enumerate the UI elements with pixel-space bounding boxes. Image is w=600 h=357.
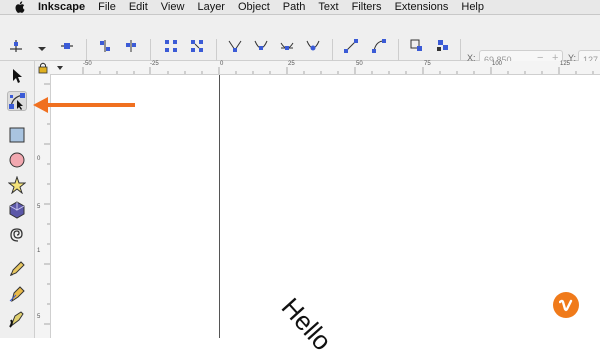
stroke-to-path-icon[interactable] bbox=[436, 39, 450, 53]
selector-tool[interactable] bbox=[7, 66, 27, 86]
spiral-tool[interactable] bbox=[7, 225, 27, 245]
circle-tool[interactable] bbox=[7, 150, 27, 170]
menu-object[interactable]: Object bbox=[238, 0, 270, 14]
page-border bbox=[219, 75, 220, 338]
annotation-arrow-icon bbox=[33, 97, 135, 113]
node-editor-tool[interactable] bbox=[7, 91, 27, 111]
drawing-canvas[interactable] bbox=[51, 75, 600, 338]
star-tool[interactable] bbox=[7, 175, 27, 195]
menu-app-name[interactable]: Inkscape bbox=[38, 0, 85, 14]
node-auto-smooth-icon[interactable] bbox=[306, 39, 320, 53]
lock-icon[interactable] bbox=[35, 61, 50, 74]
separator bbox=[150, 39, 151, 61]
pen-tool[interactable] bbox=[7, 284, 27, 304]
menu-bar: Inkscape File Edit View Layer Object Pat… bbox=[0, 0, 600, 15]
menu-path[interactable]: Path bbox=[283, 0, 306, 14]
toolbox bbox=[0, 61, 35, 338]
menu-text[interactable]: Text bbox=[318, 0, 338, 14]
node-cusp-icon[interactable] bbox=[228, 39, 242, 53]
separator bbox=[460, 39, 461, 61]
break-path-icon[interactable] bbox=[124, 39, 138, 53]
join-nodes-icon[interactable] bbox=[98, 39, 112, 53]
menu-help[interactable]: Help bbox=[461, 0, 484, 14]
vimeo-v-icon bbox=[553, 292, 579, 318]
separator bbox=[332, 39, 333, 61]
3d-box-tool[interactable] bbox=[7, 200, 27, 220]
pencil-tool[interactable] bbox=[7, 259, 27, 279]
calligraphy-tool[interactable] bbox=[7, 309, 27, 329]
segment-line-icon[interactable] bbox=[344, 39, 358, 53]
menu-edit[interactable]: Edit bbox=[129, 0, 148, 14]
node-symmetric-icon[interactable] bbox=[280, 39, 294, 53]
separator bbox=[216, 39, 217, 61]
join-segment-icon[interactable] bbox=[164, 39, 178, 53]
ruler-corner bbox=[35, 61, 50, 74]
ruler-ticks bbox=[82, 67, 594, 74]
menu-filters[interactable]: Filters bbox=[352, 0, 382, 14]
menu-extensions[interactable]: Extensions bbox=[395, 0, 449, 14]
apple-icon[interactable] bbox=[14, 1, 26, 13]
object-to-path-icon[interactable] bbox=[410, 39, 424, 53]
insert-node-icon[interactable] bbox=[9, 39, 23, 53]
segment-curve-icon[interactable] bbox=[372, 39, 386, 53]
rectangle-tool[interactable] bbox=[7, 125, 27, 145]
menu-view[interactable]: View bbox=[161, 0, 185, 14]
menu-file[interactable]: File bbox=[98, 0, 116, 14]
node-smooth-icon[interactable] bbox=[254, 39, 268, 53]
separator bbox=[86, 39, 87, 61]
delete-node-icon[interactable] bbox=[60, 39, 74, 53]
tool-controls-bar: X: 69.850 − + Y: 127.2 bbox=[0, 15, 600, 68]
insert-node-dropdown-icon[interactable] bbox=[37, 41, 51, 55]
separator bbox=[398, 39, 399, 61]
menu-layer[interactable]: Layer bbox=[197, 0, 225, 14]
horizontal-ruler[interactable]: -50 -25 0 25 50 75 100 125 bbox=[50, 61, 600, 75]
delete-segment-icon[interactable] bbox=[190, 39, 204, 53]
